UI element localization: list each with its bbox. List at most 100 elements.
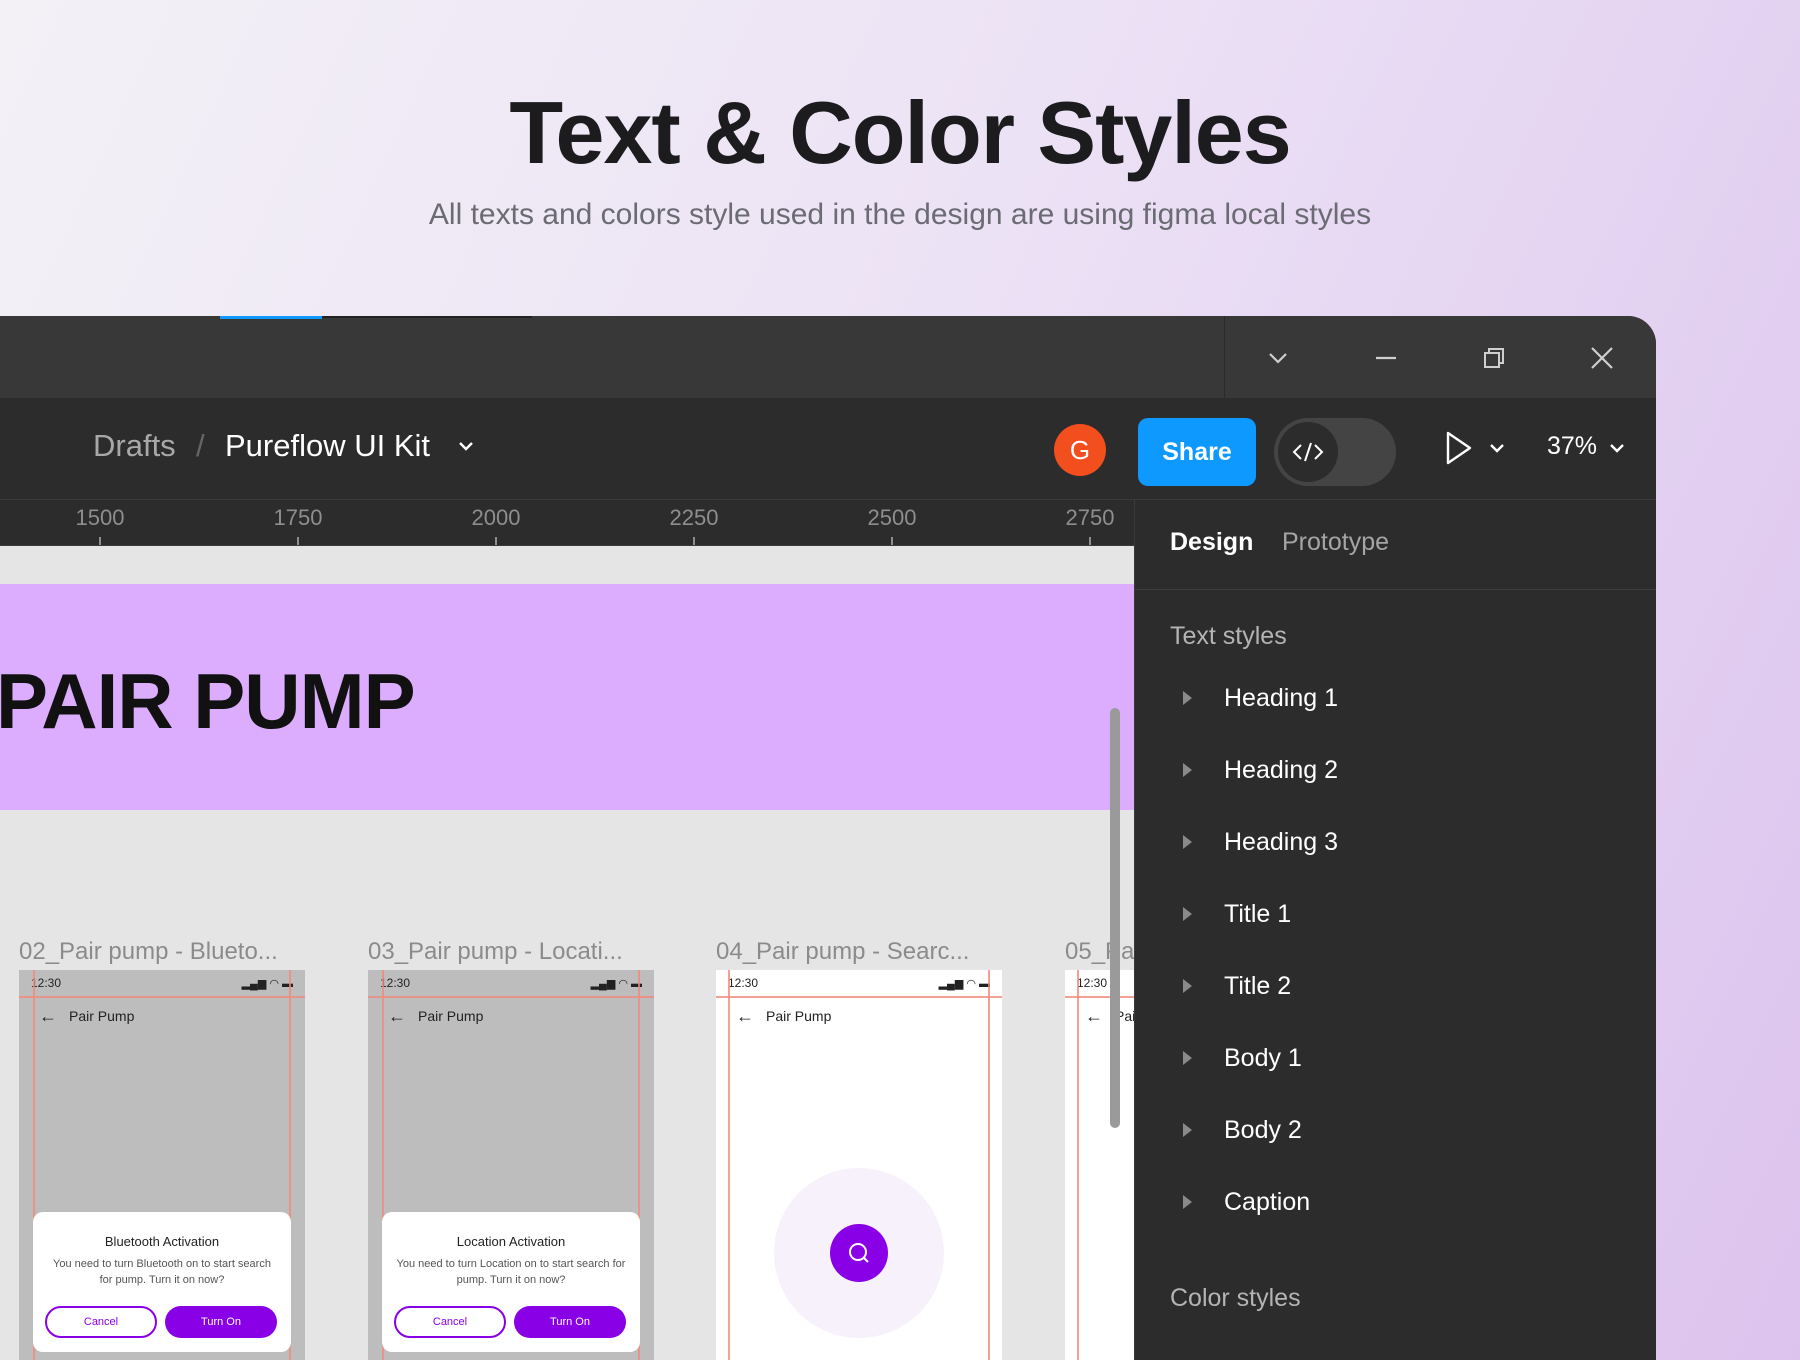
ruler-tick [99,537,101,545]
banner-title: PAIR PUMP [0,657,416,745]
sheet-body: You need to turn Bluetooth on to start s… [53,1258,271,1286]
text-style-item[interactable]: Caption [1135,1180,1656,1230]
text-style-item[interactable]: Title 2 [1135,964,1656,1014]
active-tab-indicator [220,316,322,319]
hero-subtitle: All texts and colors style used in the d… [428,198,1372,231]
text-style-label: Caption [1224,1188,1311,1216]
status-time: 12:30 [1077,976,1108,990]
text-style-item[interactable]: Title 1 [1135,892,1656,942]
properties-panel: Design Prototype Text styles Heading 1 H… [1134,500,1656,1360]
panel-tabs: Design Prototype [1135,500,1656,590]
figma-window: Drafts / Pureflow UI Kit G Share 37% 150… [0,316,1656,1360]
share-button[interactable]: Share [1138,418,1256,486]
nav-bar: ← Pai [1065,996,1134,1038]
dev-mode-toggle[interactable] [1274,418,1396,486]
text-style-item[interactable]: Body 1 [1135,1036,1656,1086]
hero-title: Text & Color Styles [509,83,1291,182]
nav-bar: ← Pair Pump [716,996,1002,1038]
frame-label[interactable]: 04_Pair pump - Searc... [716,938,969,966]
sheet-title: Bluetooth Activation [104,1234,220,1249]
bottom-sheet: Location Activation You need to turn Loc… [382,1212,640,1352]
restore-icon[interactable] [1472,336,1516,380]
status-bar: 12:30 ▂▄▆ ◠ ▬ [368,970,654,996]
expand-triangle-icon[interactable] [1183,1123,1192,1137]
nav-bar: ← Pair Pump [368,996,654,1038]
chevron-down-icon[interactable] [1488,442,1506,461]
cancel-button: Cancel [394,1306,506,1338]
zoom-level[interactable]: 37% [1547,432,1597,461]
turn-on-button: Turn On [514,1306,626,1338]
tab-prototype[interactable]: Prototype [1282,528,1389,557]
search-icon [830,1224,888,1282]
phone-frame[interactable]: 12:30 ▂▄▆ ◠ ▬ ← Pair Pump Location Activ… [368,970,654,1360]
ruler-label: 2500 [867,505,917,530]
text-style-item[interactable]: Heading 1 [1135,676,1656,726]
phone-frame[interactable]: 12:30 ▂▄▆ ◠ ▬ ← Pair Pump [716,970,1002,1360]
color-styles-title: Color styles [1170,1284,1301,1312]
frame-label[interactable]: 02_Pair pump - Blueto... [19,938,278,966]
text-style-label: Heading 3 [1224,828,1338,856]
text-style-label: Body 1 [1224,1044,1302,1072]
close-icon[interactable] [1580,336,1624,380]
title-bar-separator [1224,316,1225,398]
layout-guide [988,970,990,1360]
back-arrow-icon: ← [388,1006,406,1026]
tab-design[interactable]: Design [1170,528,1253,557]
nav-bar: ← Pair Pump [19,996,305,1038]
frame-label[interactable]: 03_Pair pump - Locati... [368,938,623,966]
ruler-tick [891,537,893,545]
expand-triangle-icon[interactable] [1183,907,1192,921]
layout-guide [1065,996,1134,998]
ruler-label: 2750 [1065,505,1115,530]
canvas-scrollbar[interactable] [1110,708,1120,1128]
avatar[interactable]: G [1054,424,1106,476]
ruler-label: 2000 [471,505,521,530]
status-time: 12:30 [380,976,411,990]
layout-guide [716,996,1002,998]
ruler-label: 2250 [669,505,719,530]
ruler-tick [1089,537,1091,545]
back-arrow-icon: ← [736,1006,754,1026]
status-bar: 12:30 [1065,970,1134,996]
signal-wifi-battery-icon: ▂▄▆ ◠ ▬ [241,978,293,990]
signal-wifi-battery-icon: ▂▄▆ ◠ ▬ [938,978,990,990]
status-bar: 12:30 ▂▄▆ ◠ ▬ [19,970,305,996]
text-style-item[interactable]: Heading 3 [1135,820,1656,870]
breadcrumb-drafts[interactable]: Drafts [93,428,176,464]
expand-triangle-icon[interactable] [1183,763,1192,777]
expand-triangle-icon[interactable] [1183,1051,1192,1065]
section-banner[interactable]: PAIR PUMP [0,584,1134,810]
text-style-item[interactable]: Heading 2 [1135,748,1656,798]
expand-triangle-icon[interactable] [1183,691,1192,705]
text-styles-title: Text styles [1170,622,1287,650]
phone-frame[interactable]: 12:30 ▂▄▆ ◠ ▬ ← Pair Pump Bluetooth Acti… [19,970,305,1360]
chevron-down-icon[interactable] [456,440,476,459]
chevron-down-icon[interactable] [1256,336,1300,380]
chevron-down-icon[interactable] [1608,442,1626,461]
nav-title: Pair Pump [69,1008,135,1024]
layout-guide [19,996,305,998]
cancel-button: Cancel [45,1306,157,1338]
ruler-tick [693,537,695,545]
phone-frame[interactable]: 12:30 ← Pai [1065,970,1134,1360]
title-bar [0,316,1656,398]
expand-triangle-icon[interactable] [1183,1195,1192,1209]
play-icon[interactable] [1444,430,1474,471]
layout-guide [728,970,730,1360]
design-canvas[interactable]: PAIR PUMP 02_Pair pump - Blueto... 12:30… [0,546,1134,1360]
back-arrow-icon: ← [39,1006,57,1026]
minimize-icon[interactable] [1364,336,1408,380]
tab-strip [322,316,532,318]
file-name[interactable]: Pureflow UI Kit [225,428,430,464]
ruler-tick [495,537,497,545]
layout-guide [1077,970,1079,1360]
expand-triangle-icon[interactable] [1183,835,1192,849]
turn-on-button: Turn On [165,1306,277,1338]
nav-title: Pair Pump [418,1008,484,1024]
frame-label[interactable]: 05_Pa [1065,938,1134,966]
text-style-item[interactable]: Body 2 [1135,1108,1656,1158]
ruler-tick [297,537,299,545]
text-style-label: Body 2 [1224,1116,1302,1144]
ruler-label: 1500 [75,505,125,530]
expand-triangle-icon[interactable] [1183,979,1192,993]
